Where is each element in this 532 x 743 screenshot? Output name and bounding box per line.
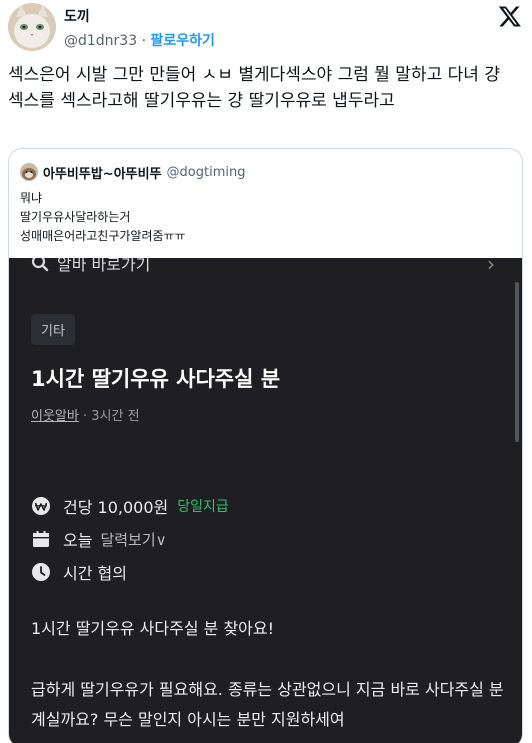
hours-value: 시간 협의 bbox=[63, 564, 127, 583]
author-name[interactable]: 도끼 bbox=[64, 6, 90, 26]
scrollbar[interactable] bbox=[515, 282, 519, 442]
x-logo-icon[interactable] bbox=[498, 4, 522, 28]
date-row: 오늘 달력보기∨ bbox=[31, 527, 167, 551]
separator-dot: · bbox=[141, 33, 147, 49]
calendar-icon bbox=[31, 529, 51, 549]
chevron-right-icon[interactable]: › bbox=[487, 258, 495, 276]
author-handle-row: @d1dnr33 · 팔로우하기 bbox=[64, 30, 215, 50]
won-coin-icon bbox=[31, 496, 51, 516]
date-value: 오늘 bbox=[63, 531, 93, 550]
author-handle[interactable]: @d1dnr33 bbox=[64, 33, 137, 49]
tweet-header: 도끼 @d1dnr33 · 팔로우하기 bbox=[0, 0, 532, 60]
post-author[interactable]: 이웃알바 bbox=[31, 409, 79, 424]
quoted-line: 딸기우유사달라하는거 bbox=[20, 210, 131, 224]
top-link-label: 알바 바로가기 bbox=[57, 258, 151, 274]
clock-icon bbox=[31, 562, 51, 582]
post-time: · 3시간 전 bbox=[82, 409, 140, 424]
quoted-tweet-header: 아뚜비뚜밥~아뚜비뚜 @dogtiming bbox=[20, 162, 245, 182]
hours-row: 시간 협의 bbox=[31, 560, 127, 584]
job-title: 1시간 딸기우유 사다주실 분 bbox=[31, 367, 281, 391]
quoted-tweet[interactable]: 아뚜비뚜밥~아뚜비뚜 @dogtiming 뭐냐 딸기우유사달라하는거 성매매은… bbox=[8, 148, 523, 743]
description-headline: 1시간 딸기우유 사다주실 분 찾아요! bbox=[31, 619, 275, 638]
tweet-text: 섹스은어 시발 그만 만들어 ㅅㅂ 별게다섹스야 그럼 뭘 말하고 다녀 걍 섹… bbox=[8, 65, 500, 111]
pay-amount: 건당 10,000원 bbox=[63, 498, 169, 517]
description-body: 급하게 딸기우유가 필요해요. 종류는 상관없으니 지금 바로 사다주실 분 계… bbox=[31, 680, 504, 729]
avatar[interactable] bbox=[8, 3, 56, 51]
calendar-link[interactable]: 달력보기∨ bbox=[100, 529, 166, 550]
quoted-avatar[interactable] bbox=[20, 163, 38, 181]
category-badge: 기타 bbox=[31, 314, 75, 345]
quoted-line: 성매매은어라고친구가알려줌ㅠㅠ bbox=[20, 229, 186, 243]
quoted-author-handle[interactable]: @dogtiming bbox=[167, 165, 246, 180]
search-icon bbox=[31, 258, 49, 272]
pay-row: 건당 10,000원 당일지급 bbox=[31, 494, 229, 518]
follow-button[interactable]: 팔로우하기 bbox=[150, 33, 214, 49]
post-meta: 이웃알바 · 3시간 전 bbox=[31, 405, 140, 424]
top-link[interactable]: 알바 바로가기 › bbox=[31, 258, 495, 276]
attached-image[interactable]: 알바 바로가기 › 기타 1시간 딸기우유 사다주실 분 이웃알바 · 3시간 … bbox=[9, 258, 522, 743]
same-day-pay-badge: 당일지급 bbox=[177, 499, 229, 515]
quoted-line: 뭐냐 bbox=[20, 191, 43, 205]
quoted-tweet-text: 뭐냐 딸기우유사달라하는거 성매매은어라고친구가알려줌ㅠㅠ bbox=[20, 189, 186, 246]
quoted-author-name[interactable]: 아뚜비뚜밥~아뚜비뚜 bbox=[43, 163, 162, 182]
